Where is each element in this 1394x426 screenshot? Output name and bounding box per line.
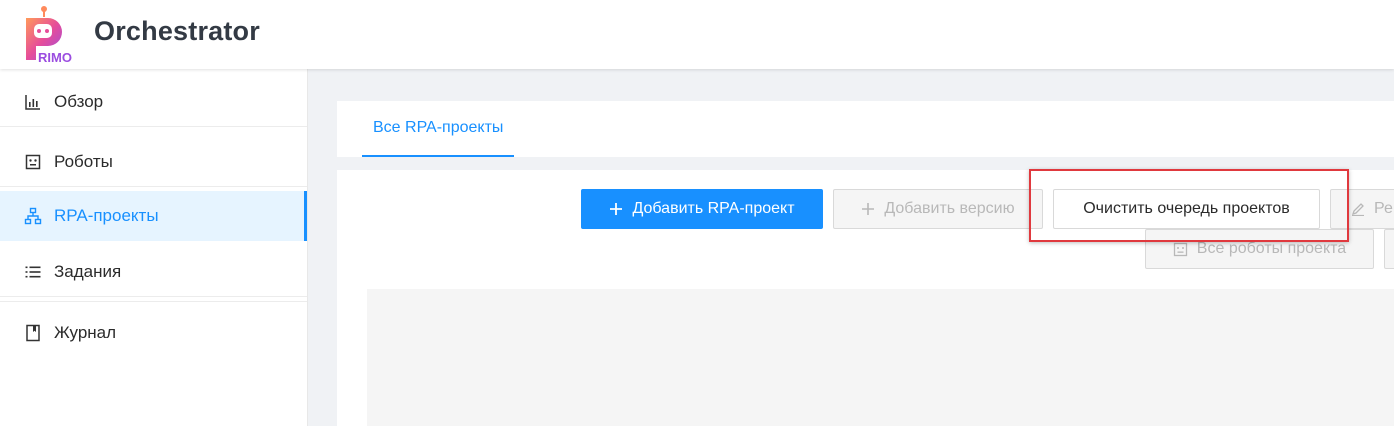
tab-all-rpa-projects[interactable]: Все RPA-проекты xyxy=(362,101,515,157)
org-tree-icon xyxy=(24,207,42,225)
add-version-label: Добавить версию xyxy=(884,200,1015,217)
highlight-box xyxy=(1029,169,1349,242)
book-icon xyxy=(24,324,42,342)
add-rpa-project-label: Добавить RPA-проект xyxy=(632,200,795,217)
sidebar-item-label: Задания xyxy=(54,261,122,281)
sidebar: Обзор Роботы RPA-проекты Задания Журнал xyxy=(0,69,308,426)
sidebar-item-rpa-projects[interactable]: RPA-проекты xyxy=(0,191,307,241)
app-title: Orchestrator xyxy=(94,16,260,46)
primo-logo[interactable]: RIMO xyxy=(22,4,78,65)
overflow-button[interactable] xyxy=(1384,229,1394,269)
bar-chart-icon xyxy=(24,93,42,111)
add-rpa-project-button[interactable]: Добавить RPA-проект xyxy=(581,189,823,229)
sidebar-item-tasks[interactable]: Задания xyxy=(0,247,307,297)
projects-table-placeholder xyxy=(367,289,1394,426)
sidebar-item-label: Обзор xyxy=(54,91,104,111)
app-header: RIMO Orchestrator xyxy=(0,0,1394,69)
sidebar-item-robots[interactable]: Роботы xyxy=(0,137,307,187)
robot-icon xyxy=(24,153,42,171)
tabs-panel: Все RPA-проекты xyxy=(337,101,1394,157)
edit-label: Ре xyxy=(1374,200,1393,217)
edit-icon xyxy=(1351,202,1365,216)
sidebar-item-journal[interactable]: Журнал xyxy=(0,308,307,358)
plus-icon xyxy=(609,202,623,216)
list-icon xyxy=(24,263,42,281)
robot-icon xyxy=(1173,242,1188,257)
sidebar-divider xyxy=(0,301,307,302)
sidebar-item-label: Журнал xyxy=(54,323,117,342)
sidebar-item-overview[interactable]: Обзор xyxy=(0,77,307,127)
plus-icon xyxy=(861,202,875,216)
all-project-robots-label: Все роботы проекта xyxy=(1196,240,1347,257)
sidebar-item-label: RPA-проекты xyxy=(54,206,159,225)
add-version-button[interactable]: Добавить версию xyxy=(833,189,1043,229)
sidebar-item-label: Роботы xyxy=(54,151,113,171)
logo-text: RIMO xyxy=(38,50,72,64)
